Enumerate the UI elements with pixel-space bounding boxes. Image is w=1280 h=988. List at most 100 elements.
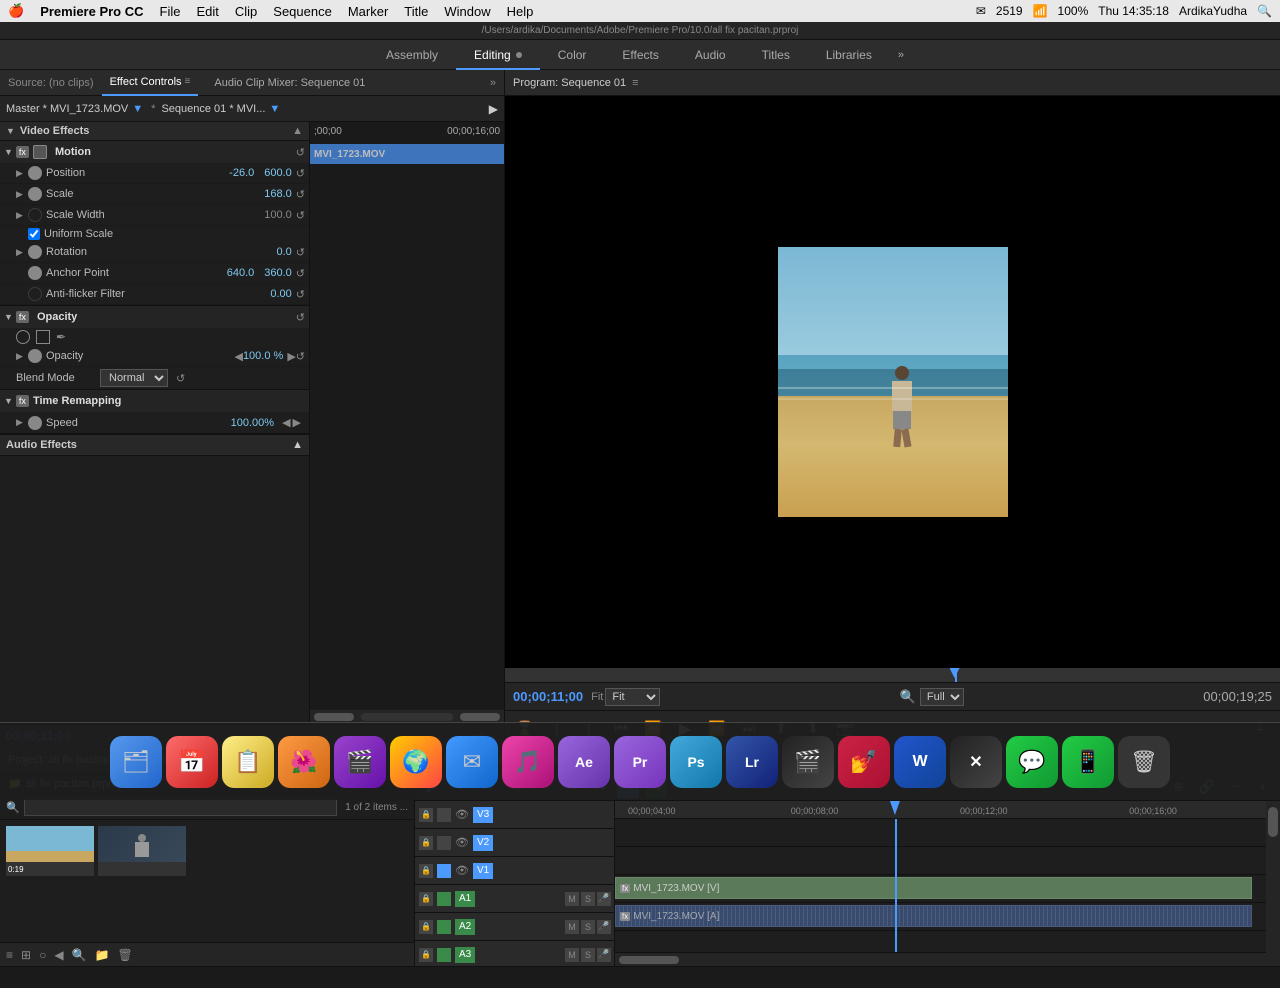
- dock-ps[interactable]: Ps: [670, 736, 722, 788]
- ec-scroll-thumb2[interactable]: [460, 713, 500, 721]
- speed-value[interactable]: 100.00%: [231, 417, 274, 429]
- blend-mode-select[interactable]: Normal Multiply Screen Overlay: [100, 369, 168, 387]
- a1-sync[interactable]: [437, 892, 451, 906]
- v1-lock[interactable]: 🔒: [419, 864, 433, 878]
- dock-finder[interactable]: 🗂: [110, 736, 162, 788]
- dock-photos[interactable]: 🌺: [278, 736, 330, 788]
- a1-m-btn[interactable]: M: [565, 892, 579, 906]
- position-y[interactable]: 600.0: [264, 167, 292, 179]
- tab-editing[interactable]: Editing: [456, 40, 540, 70]
- list-view-btn[interactable]: ≡: [6, 948, 13, 962]
- opacity-reset[interactable]: ↺: [296, 311, 305, 324]
- position-reset[interactable]: ↺: [296, 167, 305, 180]
- a2-s-btn[interactable]: S: [581, 920, 595, 934]
- position-anim[interactable]: [28, 166, 42, 180]
- thumb-item-2[interactable]: [98, 826, 186, 936]
- dock-word[interactable]: W: [894, 736, 946, 788]
- menu-file[interactable]: File: [160, 4, 181, 19]
- motion-header[interactable]: ▼ fx Motion ↺: [0, 141, 309, 163]
- tab-color[interactable]: Color: [540, 40, 605, 70]
- dock-twitter[interactable]: ✕: [950, 736, 1002, 788]
- anchor-x[interactable]: 640.0: [227, 267, 255, 279]
- rotation-expand[interactable]: ▶: [16, 247, 26, 258]
- dock-lr[interactable]: Lr: [726, 736, 778, 788]
- video-effects-scroll-up[interactable]: ▲: [292, 125, 303, 137]
- scale-anim[interactable]: [28, 187, 42, 201]
- speed-left-arrow[interactable]: ◀: [282, 416, 290, 429]
- project-search-input[interactable]: [24, 798, 337, 816]
- opacity-left-arrow[interactable]: ◀: [234, 350, 242, 363]
- dock-line[interactable]: 💬: [1006, 736, 1058, 788]
- v2-vis[interactable]: 👁: [455, 836, 469, 850]
- tab-effect-controls[interactable]: Effect Controls ≡: [102, 70, 199, 96]
- freeform-btn[interactable]: ○: [39, 948, 46, 962]
- dock-paint[interactable]: 💅: [838, 736, 890, 788]
- rotation-anim[interactable]: [28, 245, 42, 259]
- tab-audio[interactable]: Audio: [677, 40, 744, 70]
- tab-more[interactable]: »: [890, 49, 912, 61]
- opacity-right-arrow[interactable]: ▶: [287, 350, 295, 363]
- scale-width-expand[interactable]: ▶: [16, 210, 26, 221]
- dock-calendar[interactable]: 📅: [166, 736, 218, 788]
- menu-clip[interactable]: Clip: [235, 4, 257, 19]
- menu-help[interactable]: Help: [507, 4, 534, 19]
- a3-mic-btn[interactable]: 🎤: [597, 948, 611, 962]
- scale-reset[interactable]: ↺: [296, 188, 305, 201]
- blend-reset[interactable]: ↺: [176, 372, 185, 385]
- delete-btn[interactable]: 🗑: [117, 948, 132, 962]
- speed-right-arrow[interactable]: ▶: [293, 416, 301, 429]
- v3-badge[interactable]: V3: [473, 807, 493, 823]
- a1-mic-btn[interactable]: 🎤: [597, 892, 611, 906]
- v1-clip[interactable]: fx MVI_1723.MOV [V]: [615, 877, 1252, 899]
- anchor-anim[interactable]: [28, 266, 42, 280]
- tab-libraries[interactable]: Libraries: [808, 40, 890, 70]
- automate-btn[interactable]: ◀: [54, 948, 63, 962]
- v3-vis[interactable]: 👁: [455, 808, 469, 822]
- scale-value[interactable]: 168.0: [264, 188, 292, 200]
- menu-marker[interactable]: Marker: [348, 4, 388, 19]
- a2-lock[interactable]: 🔒: [419, 920, 433, 934]
- speed-anim[interactable]: [28, 416, 42, 430]
- tl-hscroll[interactable]: [615, 952, 1266, 966]
- rect-tool[interactable]: [36, 330, 50, 344]
- dock-notes[interactable]: 📋: [222, 736, 274, 788]
- grid-view-btn[interactable]: ⊞: [21, 948, 31, 962]
- scale-width-value[interactable]: 100.0: [264, 209, 292, 221]
- dock-whatsapp[interactable]: 📱: [1062, 736, 1114, 788]
- dock-music[interactable]: 🎵: [502, 736, 554, 788]
- opacity-value[interactable]: 100.0 %: [243, 350, 283, 362]
- dock-chrome[interactable]: 🌍: [390, 736, 442, 788]
- rotation-reset[interactable]: ↺: [296, 246, 305, 259]
- position-x[interactable]: -26.0: [229, 167, 254, 179]
- video-effects-collapse[interactable]: ▼ Video Effects: [6, 125, 89, 137]
- rotation-value[interactable]: 0.0: [276, 246, 291, 258]
- dock-fcp[interactable]: 🎬: [782, 736, 834, 788]
- opacity-anim[interactable]: [28, 349, 42, 363]
- audio-effects-collapse[interactable]: ▲: [292, 439, 303, 451]
- tl-ruler[interactable]: 00;00;04;00 00;00;08;00 00;00;12;00 00;0…: [615, 801, 1266, 819]
- a3-s-btn[interactable]: S: [581, 948, 595, 962]
- a1-badge[interactable]: A1: [455, 891, 475, 907]
- anchor-reset[interactable]: ↺: [296, 267, 305, 280]
- dock-ae[interactable]: Ae: [558, 736, 610, 788]
- dock-premiere[interactable]: Pr: [614, 736, 666, 788]
- search-icon[interactable]: 🔍: [1257, 4, 1272, 18]
- tab-effects[interactable]: Effects: [604, 40, 676, 70]
- position-expand[interactable]: ▶: [16, 168, 26, 179]
- v3-sync[interactable]: [437, 808, 451, 822]
- menu-edit[interactable]: Edit: [196, 4, 218, 19]
- ec-scroll-thumb[interactable]: [314, 713, 354, 721]
- a1-clip[interactable]: fx MVI_1723.MOV [A]: [615, 905, 1252, 927]
- tab-assembly[interactable]: Assembly: [368, 40, 456, 70]
- find-btn[interactable]: 🔍: [72, 948, 87, 962]
- dock-imovie[interactable]: 🎬: [334, 736, 386, 788]
- dock-trash[interactable]: 🗑: [1118, 736, 1170, 788]
- tab-audio-clip-mixer[interactable]: Audio Clip Mixer: Sequence 01: [206, 70, 373, 96]
- scale-expand[interactable]: ▶: [16, 189, 26, 200]
- uniform-scale-checkbox[interactable]: [28, 228, 40, 240]
- v2-lock[interactable]: 🔒: [419, 836, 433, 850]
- a2-badge[interactable]: A2: [455, 919, 475, 935]
- zoom-icon[interactable]: 🔍: [900, 689, 916, 705]
- a3-lock[interactable]: 🔒: [419, 948, 433, 962]
- a3-m-btn[interactable]: M: [565, 948, 579, 962]
